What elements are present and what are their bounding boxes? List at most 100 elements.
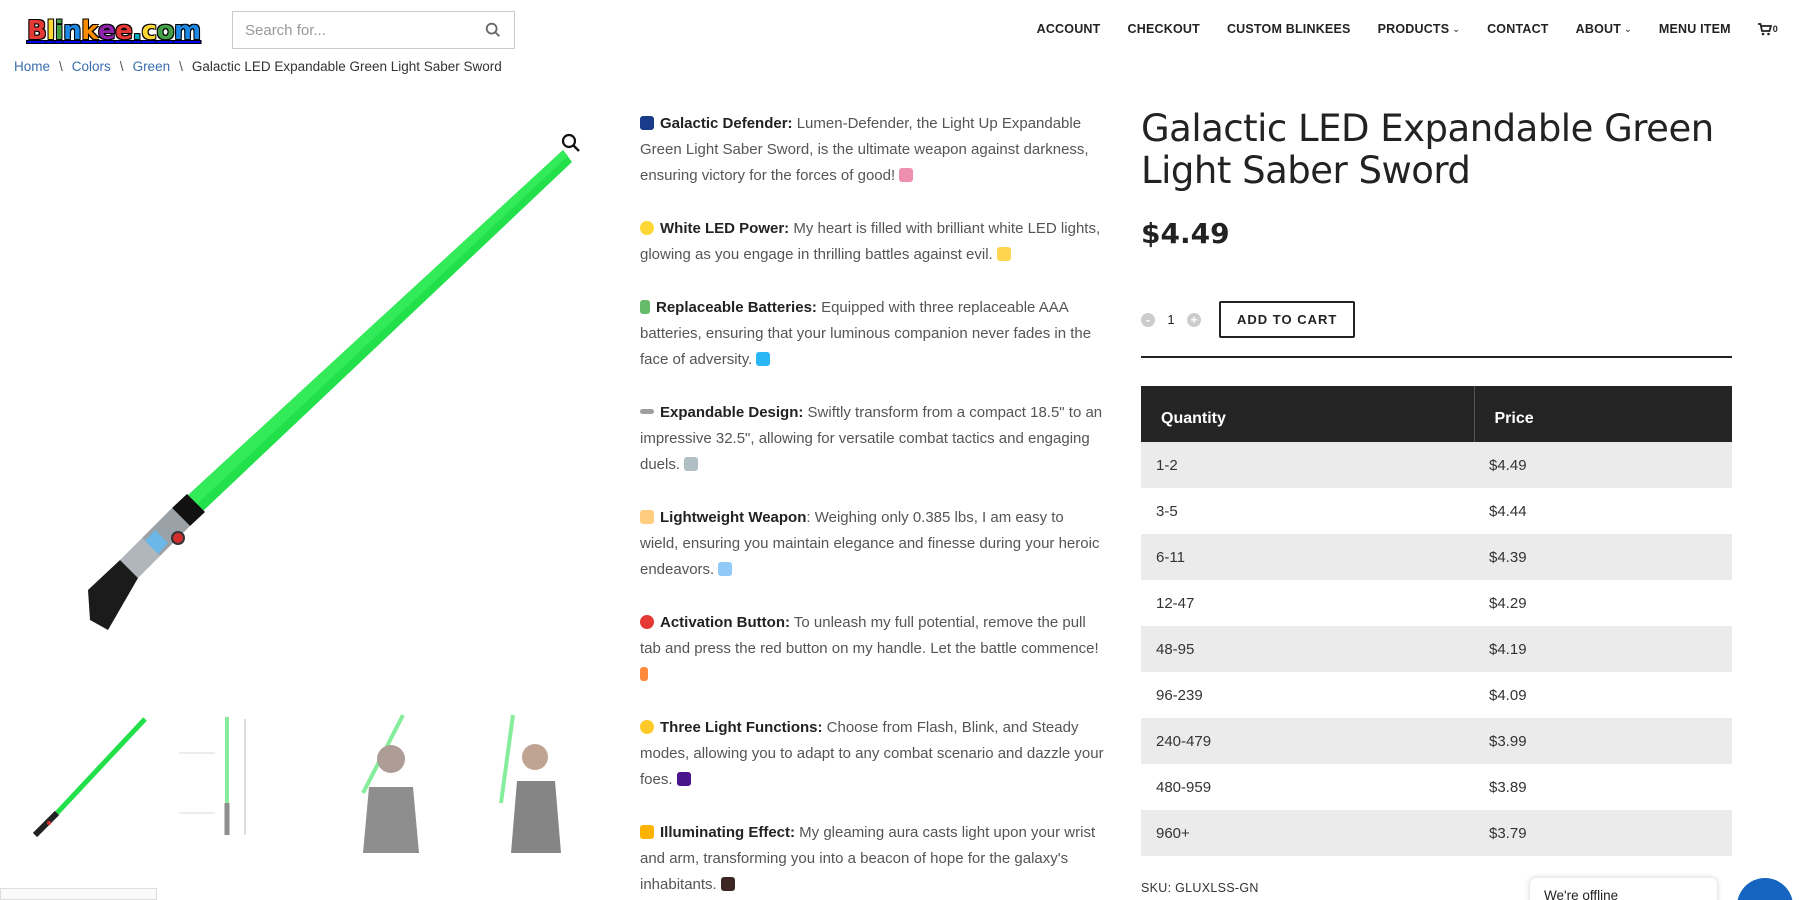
thumbnail-dimensions[interactable]: [175, 713, 295, 853]
breadcrumb-separator: \: [119, 59, 124, 74]
nav-menu-item-label: MENU ITEM: [1658, 22, 1731, 36]
cell-quantity: 48-95: [1141, 626, 1474, 672]
feature-lightweight-weapon: Lightweight Weapon: Weighing only 0.385 …: [640, 505, 1105, 583]
bottom-left-tab[interactable]: [0, 888, 157, 900]
cell-quantity: 960+: [1141, 810, 1474, 856]
nav-custom-blinkees[interactable]: CUSTOM BLINKEES: [1227, 22, 1351, 36]
cell-quantity: 96-239: [1141, 672, 1474, 718]
section-divider: [1141, 356, 1732, 358]
feature-activation-button: Activation Button: To unleash my full po…: [640, 610, 1105, 688]
column-header-price: Price: [1473, 386, 1732, 442]
fencer-icon: [718, 562, 733, 576]
dizzy-icon: [640, 825, 654, 839]
quantity-pricing-table: Quantity Price 1-2 $4.49 3-5 $4.44 6-11 $4.…: [1141, 386, 1732, 856]
cart-link[interactable]: 0: [1757, 22, 1778, 36]
nav-account[interactable]: ACCOUNT: [1037, 22, 1101, 36]
feature-title: Three Light Functions:: [660, 719, 823, 736]
nav-products[interactable]: PRODUCTS ⌄: [1378, 22, 1461, 36]
cell-quantity: 3-5: [1141, 488, 1474, 534]
table-row: 48-95 $4.19: [1141, 626, 1732, 672]
breadcrumb-separator: \: [179, 59, 183, 74]
site-logo[interactable]: Blinkee.com: [27, 14, 201, 48]
table-row: 960+ $3.79: [1141, 810, 1732, 856]
repeat-icon: [756, 352, 771, 366]
feature-title: Replaceable Batteries:: [656, 299, 817, 316]
nav-menu-item[interactable]: MENU ITEM: [1659, 22, 1731, 36]
search-input[interactable]: [245, 21, 484, 39]
cell-price: $4.39: [1474, 534, 1732, 580]
battery-icon: [640, 300, 650, 314]
breadcrumb-green[interactable]: Green: [133, 59, 171, 74]
cell-quantity: 12-47: [1141, 580, 1474, 626]
main-nav: ACCOUNT CHECKOUT CUSTOM BLINKEES PRODUCT…: [1010, 22, 1778, 36]
product-summary: Galactic LED Expandable Green Light Sabe…: [1141, 107, 1732, 895]
cell-price: $4.49: [1474, 442, 1732, 488]
nav-products-label: PRODUCTS: [1377, 22, 1450, 36]
nav-contact[interactable]: CONTACT: [1487, 22, 1549, 36]
cell-quantity: 1-2: [1141, 442, 1474, 488]
nav-custom-label: CUSTOM BLINKEES: [1226, 22, 1351, 36]
thumbnail-boy[interactable]: [323, 713, 443, 853]
product-price: $4.49: [1141, 217, 1230, 250]
feature-title: White LED Power:: [660, 220, 790, 237]
thumbnail-strip: [27, 713, 591, 853]
red-circle-icon: [640, 615, 654, 629]
table-row: 6-11 $4.39: [1141, 534, 1732, 580]
cell-price: $4.44: [1474, 488, 1732, 534]
table-row: 3-5 $4.44: [1141, 488, 1732, 534]
product-title: Galactic LED Expandable Green Light Sabe…: [1141, 107, 1714, 192]
cell-price: $3.89: [1474, 764, 1732, 810]
chevron-down-icon: ⌄: [1624, 23, 1632, 34]
sparkles-icon: [996, 247, 1011, 261]
cell-price: $4.29: [1474, 580, 1732, 626]
galaxy-icon: [640, 116, 654, 130]
nav-checkout[interactable]: CHECKOUT: [1128, 22, 1200, 36]
feature-expandable-design: Expandable Design: Swiftly transform fro…: [640, 400, 1105, 478]
cart-count: 0: [1772, 24, 1778, 34]
thumbnail-girl[interactable]: [471, 713, 591, 853]
lightning-icon: [640, 667, 648, 681]
firework-icon: [676, 772, 691, 786]
column-header-quantity: Quantity: [1141, 386, 1474, 442]
breadcrumb-colors[interactable]: Colors: [72, 59, 111, 74]
chat-bubble-icon[interactable]: [1737, 878, 1793, 900]
thumbnail-saber[interactable]: [27, 713, 147, 853]
breadcrumb-current: Galactic LED Expandable Green Light Sabe…: [191, 59, 502, 74]
zoom-icon[interactable]: [560, 132, 582, 154]
product-sku: SKU: GLUXLSS-GN: [1141, 881, 1259, 895]
add-to-cart-button[interactable]: ADD TO CART: [1219, 301, 1356, 338]
feature-three-light-functions: Three Light Functions: Choose from Flash…: [640, 715, 1105, 793]
chat-status-widget[interactable]: We're offline: [1530, 878, 1717, 900]
product-description: Galactic Defender: Lumen-Defender, the L…: [640, 111, 1105, 900]
feature-galactic-defender: Galactic Defender: Lumen-Defender, the L…: [640, 111, 1105, 189]
quantity-increase-button[interactable]: +: [1187, 312, 1201, 327]
table-row: 240-479 $3.99: [1141, 718, 1732, 764]
nav-about[interactable]: ABOUT ⌄: [1576, 22, 1632, 36]
feature-illuminating-effect: Illuminating Effect: My gleaming aura ca…: [640, 820, 1105, 898]
product-gallery: [20, 110, 590, 690]
feature-title: Activation Button:: [660, 614, 790, 631]
breadcrumb: Home \ Colors \ Green \ Galactic LED Exp…: [14, 59, 502, 74]
feature-title: Illuminating Effect:: [660, 824, 795, 841]
cell-quantity: 480-959: [1141, 764, 1474, 810]
product-main-image[interactable]: [20, 110, 590, 650]
cell-price: $4.09: [1474, 672, 1732, 718]
chat-status-text: We're offline: [1544, 888, 1619, 900]
table-row: 480-959 $3.89: [1141, 764, 1732, 810]
cell-quantity: 240-479: [1141, 718, 1474, 764]
site-header: Blinkee.com ACCOUNT CHECKOUT CUSTOM BLIN…: [0, 0, 1800, 62]
feature-title: Expandable Design:: [660, 404, 804, 421]
breadcrumb-home[interactable]: Home: [14, 59, 50, 74]
cell-price: $4.19: [1474, 626, 1732, 672]
quantity-decrease-button[interactable]: -: [1141, 312, 1155, 327]
breadcrumb-separator: \: [59, 59, 63, 74]
feature-title: Galactic Defender:: [660, 115, 793, 132]
search-box: [232, 11, 515, 49]
nav-account-label: ACCOUNT: [1036, 22, 1101, 36]
chevron-down-icon: ⌄: [1452, 23, 1461, 34]
quantity-input[interactable]: 1: [1155, 312, 1187, 327]
rocket-icon: [899, 168, 914, 182]
search-icon[interactable]: [484, 21, 502, 39]
cart-icon: [1757, 22, 1772, 35]
feature-title: Lightweight Weapon: [660, 509, 807, 526]
